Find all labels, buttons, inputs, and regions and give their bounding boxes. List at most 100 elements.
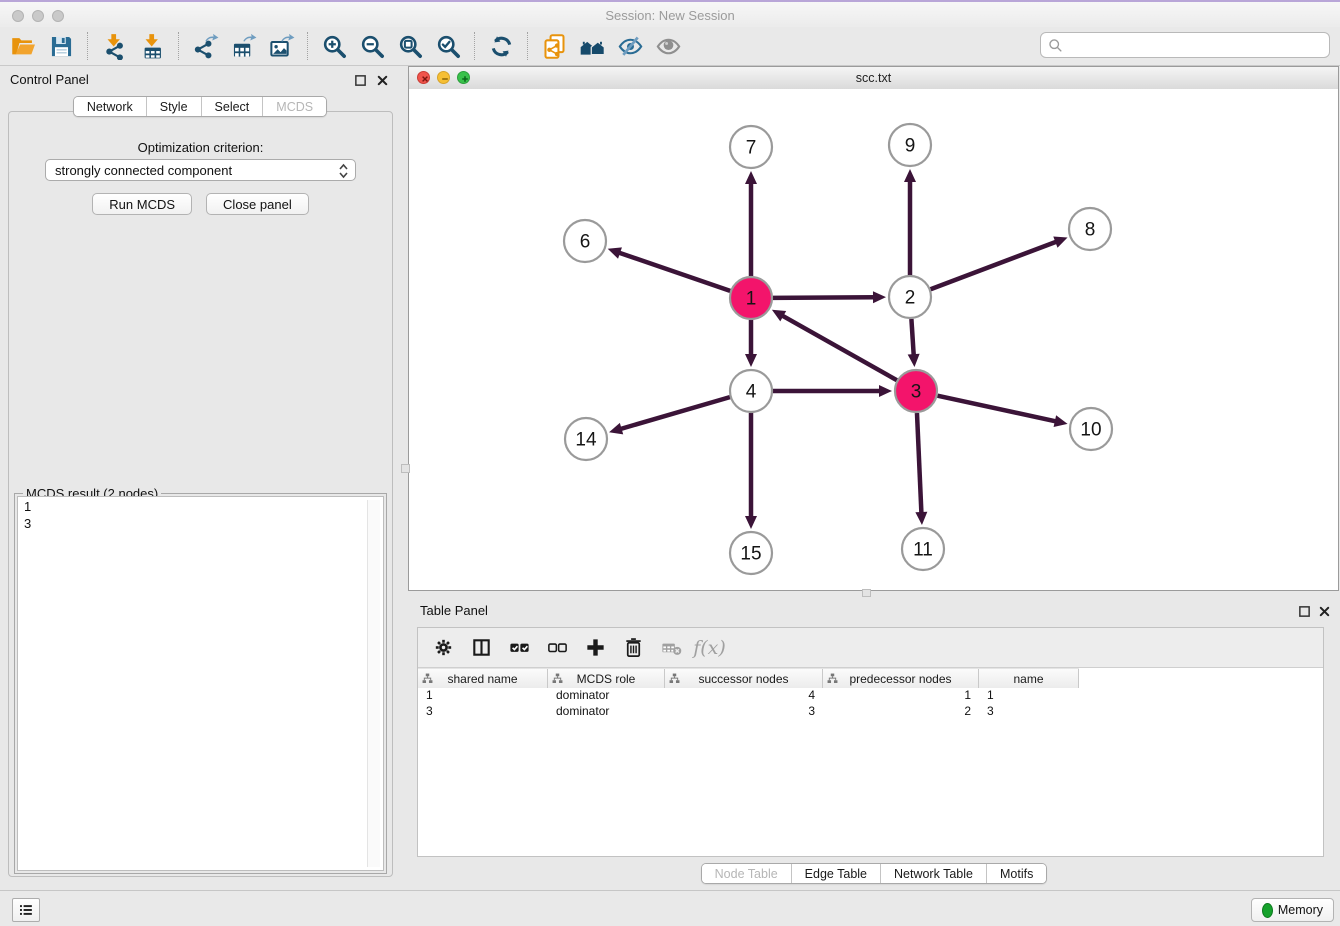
float-table-panel-icon[interactable] [1296,603,1312,619]
save-session-button[interactable] [42,29,80,63]
network-window-titlebar[interactable]: scc.txt [409,67,1338,90]
tab-edge-table[interactable]: Edge Table [792,864,881,883]
tab-style[interactable]: Style [147,97,202,116]
select-all-columns-button[interactable] [503,632,536,664]
float-panel-icon[interactable] [352,72,368,88]
graph-edge-2-8[interactable] [931,236,1068,289]
graph-node-label: 3 [911,382,922,403]
close-panel-button[interactable]: Close panel [206,193,309,215]
table-row[interactable]: 1dominator411 [418,688,1323,704]
column-type-icon [827,673,838,684]
tab-select[interactable]: Select [202,97,264,116]
import-table-button[interactable] [133,29,171,63]
table-cell[interactable]: 1 [418,688,548,704]
network-canvas[interactable]: 7 9 6 8 1 2 4 3 14 10 15 11 [409,89,1338,590]
graph-node-10[interactable]: 10 [1070,408,1112,450]
table-header-row: shared nameMCDS rolesuccessor nodesprede… [418,668,1079,689]
graph-edge-4-3[interactable] [773,385,892,397]
export-network-button[interactable] [186,29,224,63]
search-field[interactable] [1040,32,1330,58]
graph-edge-3-10[interactable] [937,396,1067,427]
tab-mcds[interactable]: MCDS [263,97,326,116]
graph-node-2[interactable]: 2 [889,276,931,318]
column-settings-button[interactable] [427,632,460,664]
clone-network-button[interactable] [535,29,573,63]
zoom-in-button[interactable] [315,29,353,63]
apply-layout-button[interactable] [482,29,520,63]
vertical-splitter-handle[interactable] [401,464,410,473]
table-cell[interactable]: 1 [823,688,979,704]
network-graph: 7 9 6 8 1 2 4 3 14 10 15 11 [409,89,1338,590]
search-input[interactable] [1068,37,1323,54]
table-cell[interactable]: dominator [548,688,665,704]
graph-node-7[interactable]: 7 [730,126,772,168]
graph-edge-1-7[interactable] [745,171,757,276]
criterion-select[interactable]: strongly connected component [45,159,356,181]
mcds-result-text[interactable]: 13 [17,496,384,871]
graph-node-6[interactable]: 6 [564,220,606,262]
window-title: Session: New Session [0,8,1340,23]
graph-node-9[interactable]: 9 [889,124,931,166]
graph-node-1[interactable]: 1 [730,277,772,319]
graph-edge-2-9[interactable] [904,169,916,275]
column-header-predecessor-nodes[interactable]: predecessor nodes [823,669,979,688]
graph-edge-3-1[interactable] [772,310,897,380]
close-table-panel-icon[interactable] [1316,603,1332,619]
graph-node-8[interactable]: 8 [1069,208,1111,250]
column-header-MCDS-role[interactable]: MCDS role [548,669,665,688]
table-row[interactable]: 3dominator323 [418,704,1323,720]
split-table-button[interactable] [465,632,498,664]
tab-network-table[interactable]: Network Table [881,864,987,883]
graph-edge-3-11[interactable] [915,413,927,525]
select-stepper-icon [337,162,350,183]
graph-node-4[interactable]: 4 [730,370,772,412]
import-network-icon [101,33,128,60]
table-cell[interactable]: 3 [665,704,823,720]
table-cell[interactable]: 3 [979,704,1079,720]
unselect-all-columns-button[interactable] [541,632,574,664]
graph-node-11[interactable]: 11 [902,528,944,570]
memory-button[interactable]: Memory [1251,898,1334,922]
export-table-button[interactable] [224,29,262,63]
add-column-button[interactable] [579,632,612,664]
tab-node-table[interactable]: Node Table [702,864,792,883]
graph-node-3[interactable]: 3 [895,370,937,412]
graph-edge-2-3[interactable] [908,319,920,367]
tab-network[interactable]: Network [74,97,147,116]
table-cell[interactable]: 2 [823,704,979,720]
open-session-button[interactable] [4,29,42,63]
run-mcds-button[interactable]: Run MCDS [92,193,192,215]
column-header-successor-nodes[interactable]: successor nodes [665,669,823,688]
column-header-name[interactable]: name [979,669,1079,688]
task-history-button[interactable] [12,898,40,922]
graph-node-14[interactable]: 14 [565,418,607,460]
tab-motifs[interactable]: Motifs [987,864,1046,883]
graph-edge-1-4[interactable] [745,320,757,367]
table-cell[interactable]: 1 [979,688,1079,704]
first-neighbors-button[interactable] [573,29,611,63]
graph-edge-4-14[interactable] [609,397,730,434]
zoom-selected-button[interactable] [429,29,467,63]
zoom-out-icon [359,33,386,60]
delete-table-icon [660,636,683,659]
graph-edge-1-6[interactable] [608,247,730,291]
graph-node-15[interactable]: 15 [730,532,772,574]
zoom-fit-button[interactable] [391,29,429,63]
export-image-button[interactable] [262,29,300,63]
hide-selected-button[interactable] [611,29,649,63]
result-scrollbar[interactable] [367,500,380,867]
column-type-icon [422,673,433,684]
table-cell[interactable]: 3 [418,704,548,720]
zoom-out-button[interactable] [353,29,391,63]
table-cell[interactable]: 4 [665,688,823,704]
import-network-button[interactable] [95,29,133,63]
close-panel-icon[interactable] [374,72,390,88]
delete-columns-button[interactable] [617,632,650,664]
table-cell[interactable]: dominator [548,704,665,720]
horizontal-splitter-handle[interactable] [862,589,871,597]
graph-edge-1-2[interactable] [773,291,886,303]
show-all-button[interactable] [649,29,687,63]
graph-edge-4-15[interactable] [745,413,757,529]
network-view-window: scc.txt 7 9 6 8 1 2 4 3 14 10 15 11 [408,66,1339,591]
column-header-shared-name[interactable]: shared name [418,669,548,688]
